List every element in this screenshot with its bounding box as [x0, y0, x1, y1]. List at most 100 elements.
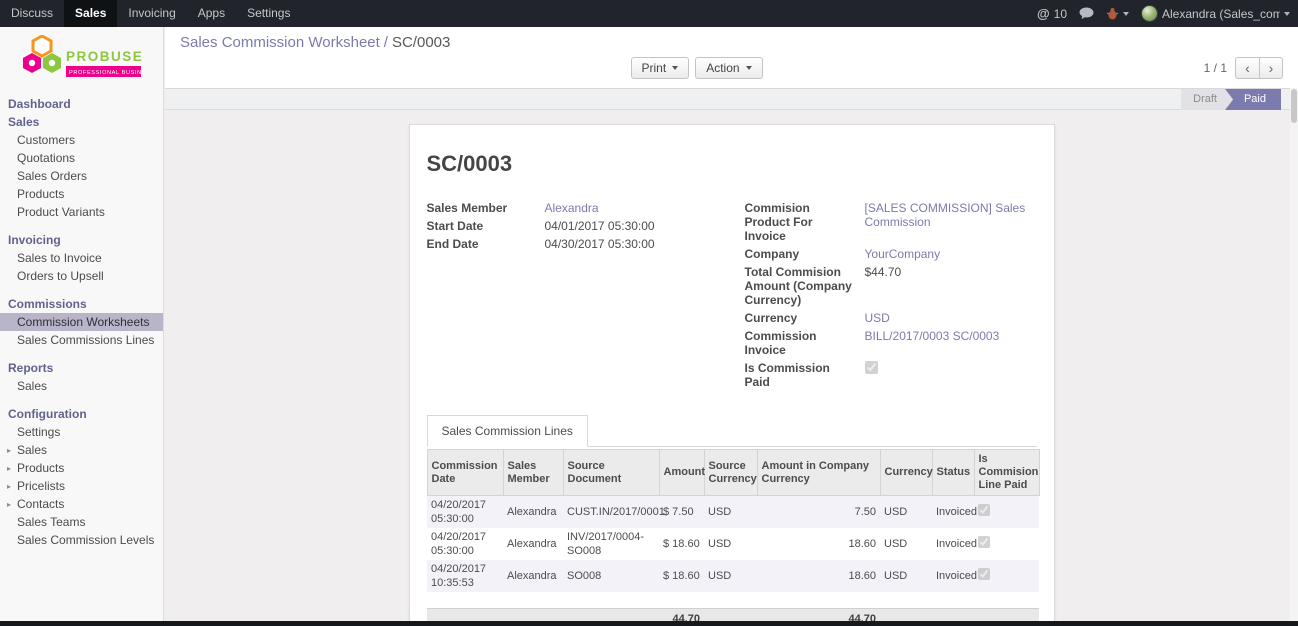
col-header-source-currency[interactable]: Source Currency — [704, 450, 757, 496]
sidebar-item-commission-worksheets[interactable]: Commission Worksheets — [0, 313, 163, 331]
col-header-amount[interactable]: Amount — [659, 450, 704, 496]
status-draft[interactable]: Draft — [1181, 89, 1233, 110]
sidebar-item-settings[interactable]: Settings — [0, 423, 163, 441]
mention-count: 10 — [1054, 7, 1067, 21]
bottom-bar — [0, 621, 1298, 626]
sidebar-item-orders-to-upsell[interactable]: Orders to Upsell — [0, 267, 163, 285]
scrollbar-thumb[interactable] — [1291, 89, 1297, 123]
sidebar-section-dashboard: Dashboard — [0, 95, 163, 113]
sidebar-item-customers[interactable]: Customers — [0, 131, 163, 149]
cell-source-currency: USD — [704, 496, 757, 529]
line-paid-checkbox — [978, 504, 990, 516]
sidebar-item-config-contacts[interactable]: ▸ Contacts — [0, 495, 163, 513]
sidebar-header-configuration[interactable]: Configuration — [0, 405, 163, 423]
vertical-scrollbar[interactable] — [1290, 88, 1298, 621]
col-header-currency[interactable]: Currency — [880, 450, 932, 496]
commission-lines-table: Commission Date Sales Member Source Docu… — [427, 449, 1040, 621]
cell-commission-date: 04/20/2017 05:30:00 — [427, 528, 503, 560]
sidebar: PROBUSE PROFESSIONAL BUSINESS Dashboard … — [0, 27, 164, 621]
pager-counter: 1 / 1 — [1204, 61, 1227, 75]
field-label-sales-member: Sales Member — [427, 201, 545, 215]
total-amount-company: 44.70 — [757, 608, 880, 621]
sidebar-item-sales-to-invoice[interactable]: Sales to Invoice — [0, 249, 163, 267]
cell-amount-company: 18.60 — [757, 560, 880, 592]
col-header-commission-date[interactable]: Commission Date — [427, 450, 503, 496]
company-link[interactable]: YourCompany — [865, 247, 941, 261]
top-navbar: Discuss Sales Invoicing Apps Settings @ … — [0, 0, 1298, 27]
form-view: SC/0003 Sales Member Alexandra Start Dat… — [165, 110, 1298, 621]
currency-link[interactable]: USD — [865, 311, 890, 325]
field-is-commission-paid — [865, 361, 1037, 377]
menu-invoicing[interactable]: Invoicing — [117, 0, 186, 27]
col-header-sales-member[interactable]: Sales Member — [503, 450, 563, 496]
sidebar-header-reports[interactable]: Reports — [0, 359, 163, 377]
tab-sales-commission-lines[interactable]: Sales Commission Lines — [427, 415, 588, 447]
field-label-commission-invoice: Commission Invoice — [745, 329, 865, 357]
col-header-status[interactable]: Status — [932, 450, 974, 496]
table-row[interactable]: 04/20/2017 05:30:00 Alexandra INV/2017/0… — [427, 528, 1039, 560]
cell-line-paid — [974, 496, 1039, 529]
sidebar-item-sales-orders[interactable]: Sales Orders — [0, 167, 163, 185]
breadcrumb-parent-link[interactable]: Sales Commission Worksheet — [180, 34, 380, 51]
cell-currency: USD — [880, 496, 932, 529]
sidebar-item-products[interactable]: Products — [0, 185, 163, 203]
chevron-right-icon: ▸ — [7, 462, 11, 476]
logo-text: PROBUSE — [66, 49, 143, 64]
table-row[interactable]: 04/20/2017 05:30:00 Alexandra CUST.IN/20… — [427, 496, 1039, 529]
user-name: Alexandra (Sales_comm... — [1162, 7, 1280, 21]
sidebar-header-invoicing[interactable]: Invoicing — [0, 231, 163, 249]
pager-buttons: ‹ › — [1235, 57, 1283, 79]
sales-member-link[interactable]: Alexandra — [545, 201, 599, 215]
field-currency: USD — [865, 311, 1037, 325]
messages-button[interactable] — [1079, 7, 1094, 20]
cell-source-currency: USD — [704, 528, 757, 560]
field-end-date: 04/30/2017 05:30:00 — [545, 237, 719, 251]
table-row[interactable]: 04/20/2017 10:35:53 Alexandra SO008 $ 18… — [427, 560, 1039, 592]
action-button[interactable]: Action — [695, 57, 762, 79]
sidebar-item-sales-commissions-lines[interactable]: Sales Commissions Lines — [0, 331, 163, 349]
commission-invoice-link[interactable]: BILL/2017/0003 SC/0003 — [865, 329, 1000, 343]
sidebar-header-sales[interactable]: Sales — [0, 113, 163, 131]
sidebar-item-config-products[interactable]: ▸ Products — [0, 459, 163, 477]
sidebar-item-config-pricelists[interactable]: ▸ Pricelists — [0, 477, 163, 495]
control-panel-actions-row: Print Action 1 / 1 ‹ › — [180, 56, 1283, 80]
sidebar-item-sales-teams[interactable]: Sales Teams — [0, 513, 163, 531]
probuse-logo: PROBUSE PROFESSIONAL BUSINESS — [21, 35, 143, 87]
sidebar-item-reports-sales[interactable]: Sales — [0, 377, 163, 395]
cell-line-paid — [974, 560, 1039, 592]
user-menu[interactable]: Alexandra (Sales_comm... — [1141, 5, 1290, 22]
sidebar-header-dashboard[interactable]: Dashboard — [0, 95, 163, 113]
cell-source-document: SO008 — [563, 560, 659, 592]
sidebar-item-config-sales[interactable]: ▸ Sales — [0, 441, 163, 459]
col-header-is-commision-line-paid[interactable]: Is Commision Line Paid — [974, 450, 1039, 496]
totals-row: 44.70 44.70 — [427, 608, 1039, 621]
sidebar-item-sales-commission-levels[interactable]: Sales Commission Levels — [0, 531, 163, 549]
col-header-amount-company-currency[interactable]: Amount in Company Currency — [757, 450, 880, 496]
commision-product-link[interactable]: [SALES COMMISSION] Sales Commission — [865, 201, 1026, 229]
menu-settings[interactable]: Settings — [236, 0, 301, 27]
sidebar-item-quotations[interactable]: Quotations — [0, 149, 163, 167]
print-button[interactable]: Print — [631, 57, 690, 79]
sidebar-item-label: Contacts — [17, 497, 64, 511]
mentions-button[interactable]: @ 10 — [1037, 6, 1067, 21]
col-header-source-document[interactable]: Source Document — [563, 450, 659, 496]
menu-sales[interactable]: Sales — [64, 0, 117, 27]
sidebar-item-product-variants[interactable]: Product Variants — [0, 203, 163, 221]
cell-status: Invoiced — [932, 560, 974, 592]
chevron-right-icon: ▸ — [7, 444, 11, 458]
cell-sales-member: Alexandra — [503, 496, 563, 529]
form-field-groups: Sales Member Alexandra Start Date 04/01/… — [427, 201, 1037, 389]
field-label-is-commission-paid: Is Commission Paid — [745, 361, 865, 389]
menu-discuss[interactable]: Discuss — [0, 0, 64, 27]
cell-sales-member: Alexandra — [503, 528, 563, 560]
debug-menu-button[interactable] — [1106, 7, 1129, 20]
menu-apps[interactable]: Apps — [187, 0, 236, 27]
left-field-group: Sales Member Alexandra Start Date 04/01/… — [427, 201, 719, 389]
status-paid[interactable]: Paid — [1225, 89, 1281, 110]
topbar-right-tools: @ 10 Alexandra (Sales_comm... — [1037, 0, 1298, 27]
pager-previous-button[interactable]: ‹ — [1235, 57, 1259, 79]
cell-amount: $ 7.50 — [659, 496, 704, 529]
pager-next-button[interactable]: › — [1259, 57, 1283, 79]
form-sheet: SC/0003 Sales Member Alexandra Start Dat… — [409, 124, 1055, 621]
sidebar-header-commissions[interactable]: Commissions — [0, 295, 163, 313]
